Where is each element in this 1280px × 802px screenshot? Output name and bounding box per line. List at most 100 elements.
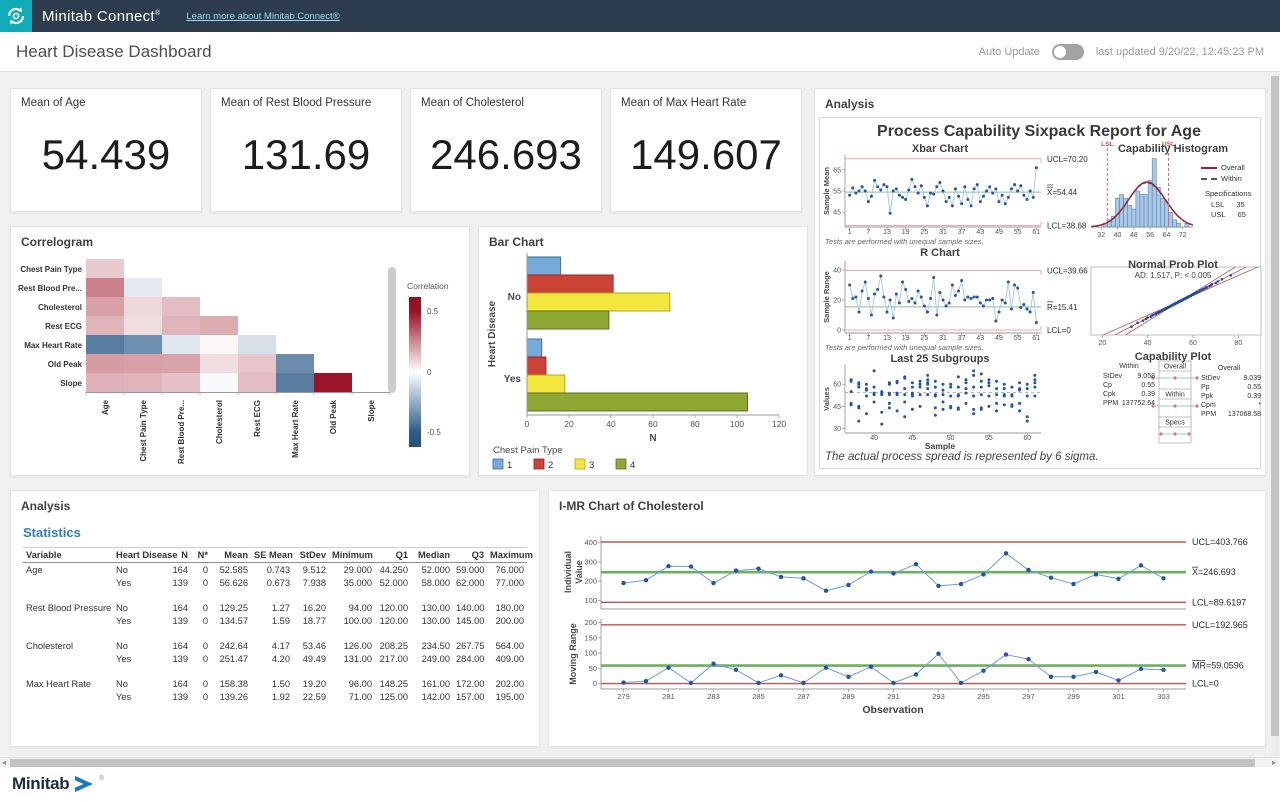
prob-plot-subtitle: AD: 1.517, P: < 0.005 <box>1085 271 1261 280</box>
svg-text:2: 2 <box>548 460 553 471</box>
svg-text:20: 20 <box>1098 340 1106 347</box>
svg-text:UCL=39.66: UCL=39.66 <box>1047 267 1088 276</box>
svg-text:LCL=0: LCL=0 <box>1047 326 1071 335</box>
svg-text:Sample Range: Sample Range <box>822 271 831 323</box>
kpi-card-mean-max-heart-rate: Mean of Max Heart Rate 149.607 <box>610 88 802 212</box>
svg-text:40: 40 <box>1144 340 1152 347</box>
svg-text:60: 60 <box>833 382 841 389</box>
vertical-scrollbar[interactable] <box>1271 74 1279 756</box>
overall-line-swatch <box>1201 167 1217 169</box>
kpi-value: 149.607 <box>611 131 801 179</box>
table-row: Yes1390251.474.2049.49131.00217.00249.00… <box>23 652 527 665</box>
svg-text:X=246.693: X=246.693 <box>1192 567 1236 577</box>
svg-text:56: 56 <box>1146 232 1154 239</box>
svg-text:13: 13 <box>883 335 891 342</box>
svg-text:Value: Value <box>574 560 584 584</box>
svg-text:19: 19 <box>902 229 910 236</box>
panel-correlogram: Correlogram Chest Pain TypeRest Blood Pr… <box>10 226 470 476</box>
column-header: StDev <box>293 548 329 563</box>
r-chart-title: R Chart <box>840 247 1040 259</box>
svg-text:Within: Within <box>1165 392 1185 399</box>
svg-text:Heart Disease: Heart Disease <box>487 300 498 367</box>
svg-text:299: 299 <box>1067 692 1080 701</box>
table-row: Max Heart RateNo1640158.381.5019.2096.00… <box>23 677 527 690</box>
panel-scrollbar[interactable] <box>388 267 396 393</box>
svg-text:Ppk: Ppk <box>1201 393 1214 400</box>
svg-text:200: 200 <box>584 618 597 627</box>
minitab-chevron-icon <box>74 775 94 793</box>
column-header: Mean <box>211 548 251 563</box>
svg-text:0: 0 <box>593 679 597 688</box>
svg-text:150: 150 <box>584 633 597 642</box>
svg-text:137752.64: 137752.64 <box>1122 400 1155 407</box>
svg-text:20: 20 <box>564 419 574 429</box>
svg-text:7: 7 <box>866 335 870 342</box>
toggle-knob <box>1054 46 1066 58</box>
svg-text:1: 1 <box>848 335 852 342</box>
spec-lsl-row: LSL35 <box>1211 200 1245 209</box>
svg-text:60: 60 <box>648 419 658 429</box>
svg-text:300: 300 <box>584 557 597 566</box>
svg-text:43: 43 <box>976 229 984 236</box>
svg-text:Overall: Overall <box>1164 364 1187 371</box>
svg-text:9.058: 9.058 <box>1137 373 1155 380</box>
auto-update-toggle[interactable] <box>1052 44 1084 60</box>
column-header: Median <box>411 548 453 563</box>
kpi-label: Mean of Age <box>21 97 86 109</box>
sixpack-footnote: The actual process spread is represented… <box>825 451 1099 463</box>
statistics-table: VariableHeart DiseaseNN*MeanSE MeanStDev… <box>23 547 527 703</box>
column-header: Maximum <box>487 548 527 563</box>
column-header: Q3 <box>453 548 487 563</box>
svg-text:1: 1 <box>848 229 852 236</box>
legend-overall: Overall <box>1201 163 1245 172</box>
svg-text:64: 64 <box>1163 232 1171 239</box>
panel-analysis-sixpack: Analysis 45556517131925313743495561UCL=7… <box>814 88 1266 476</box>
svg-text:PPM: PPM <box>1103 400 1118 407</box>
svg-text:N: N <box>649 433 656 444</box>
svg-text:25: 25 <box>920 335 928 342</box>
registered-mark: ® <box>99 776 103 782</box>
svg-text:Cholesterol: Cholesterol <box>38 303 82 312</box>
table-row: CholesterolNo1640242.644.1753.46126.0020… <box>23 639 527 652</box>
svg-text:Within: Within <box>1119 363 1139 370</box>
kpi-value: 54.439 <box>11 131 201 179</box>
svg-text:80: 80 <box>1234 340 1242 347</box>
kpi-value: 131.69 <box>211 131 401 179</box>
svg-text:43: 43 <box>976 335 984 342</box>
svg-text:Chest Pain Type: Chest Pain Type <box>20 265 82 274</box>
svg-text:No: No <box>508 292 521 303</box>
svg-text:Rest ECG: Rest ECG <box>253 400 262 437</box>
auto-update-label: Auto Update <box>979 46 1040 58</box>
svg-text:0: 0 <box>525 419 530 429</box>
minitab-footer-logo: Minitab ® <box>12 774 104 794</box>
svg-text:0: 0 <box>837 328 841 335</box>
svg-text:Rest ECG: Rest ECG <box>45 322 82 331</box>
vscroll-thumb[interactable] <box>1271 76 1279 736</box>
svg-text:19: 19 <box>902 335 910 342</box>
kpi-label: Mean of Cholesterol <box>421 97 524 109</box>
last-updated-text: last updated 9/20/22, 12:45:23 PM <box>1096 46 1264 58</box>
svg-text:61: 61 <box>1032 229 1040 236</box>
kpi-label: Mean of Rest Blood Pressure <box>221 97 371 109</box>
svg-text:279: 279 <box>617 692 630 701</box>
column-header: Heart Disease <box>113 548 167 563</box>
panel-statistics: Analysis Statistics VariableHeart Diseas… <box>10 490 540 747</box>
prob-plot-title: Normal Prob Plot <box>1085 259 1261 271</box>
kpi-card-mean-cholesterol: Mean of Cholesterol 246.693 <box>410 88 602 212</box>
svg-text:37: 37 <box>958 335 966 342</box>
hscroll-thumb[interactable] <box>10 759 1255 767</box>
kpi-value: 246.693 <box>411 131 601 179</box>
minitab-connect-logo <box>0 0 32 32</box>
specifications-label: Specifications <box>1205 189 1251 198</box>
kpi-card-mean-age: Mean of Age 54.439 <box>10 88 202 212</box>
svg-text:Slope: Slope <box>367 399 376 421</box>
svg-text:45: 45 <box>833 404 841 411</box>
registered-mark: ® <box>155 10 160 17</box>
svg-text:295: 295 <box>977 692 990 701</box>
page-title: Heart Disease Dashboard <box>16 42 212 62</box>
svg-text:Cpm: Cpm <box>1201 402 1216 409</box>
svg-text:Chest Pain Type: Chest Pain Type <box>493 445 563 456</box>
top-app-bar: Minitab Connect® Learn more about Minita… <box>0 0 1280 32</box>
learn-more-link[interactable]: Learn more about Minitab Connect® <box>186 11 339 22</box>
svg-text:X=54.44: X=54.44 <box>1047 188 1078 197</box>
